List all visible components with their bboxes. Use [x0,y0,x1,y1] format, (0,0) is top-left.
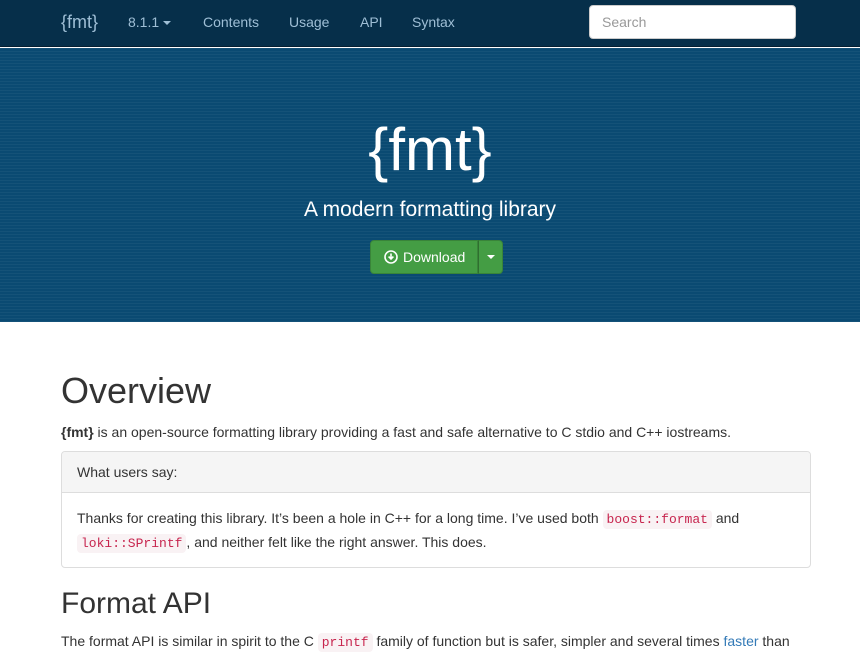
top-navbar: {fmt} 8.1.1 Contents Usage API Syntax [0,0,860,47]
download-button-group: Download [370,240,504,274]
version-label: 8.1.1 [128,14,160,30]
code-boost-format: boost::format [602,510,712,529]
testimonial-text: Thanks for creating this library. It’s b… [77,510,603,526]
testimonial-text: and [711,510,740,526]
nav-api[interactable]: API [360,14,383,30]
nav-usage[interactable]: Usage [289,14,329,30]
download-label: Download [403,249,466,265]
testimonial-body: Thanks for creating this library. It’s b… [62,493,810,569]
brand-link[interactable]: {fmt} [61,12,98,33]
overview-intro: {fmt} is an open-source formatting libra… [61,422,731,442]
format-api-text: than [758,633,790,649]
chevron-down-icon [486,255,495,259]
format-api-heading: Format API [61,587,212,620]
version-dropdown[interactable]: 8.1.1 [128,14,172,30]
download-dropdown-toggle[interactable] [478,240,504,274]
faster-link[interactable]: faster [724,633,759,649]
testimonial-panel: What users say: Thanks for creating this… [61,451,811,568]
chevron-down-icon [163,21,172,26]
code-loki-sprintf: loki::SPrintf [77,534,187,553]
intro-text: is an open-source formatting library pro… [93,424,731,440]
hero-title: {fmt} [368,116,492,183]
search-input[interactable] [589,5,796,39]
overview-heading: Overview [61,370,212,411]
nav-contents[interactable]: Contents [203,14,259,30]
download-circle-icon [384,250,398,264]
intro-bold: {fmt} [61,424,94,440]
format-api-paragraph: The format API is similar in spirit to t… [61,630,811,654]
code-printf: printf [317,633,373,652]
download-button[interactable]: Download [370,240,479,274]
hero-subtitle: A modern formatting library [303,198,557,221]
hero-banner: {fmt} A modern formatting library Downlo… [0,48,860,322]
testimonial-text: , and neither felt like the right answer… [186,534,487,550]
testimonial-header: What users say: [62,452,810,493]
nav-syntax[interactable]: Syntax [412,14,455,30]
format-api-text: The format API is similar in spirit to t… [61,633,318,649]
format-api-text: family of function but is safer, simpler… [372,633,724,649]
